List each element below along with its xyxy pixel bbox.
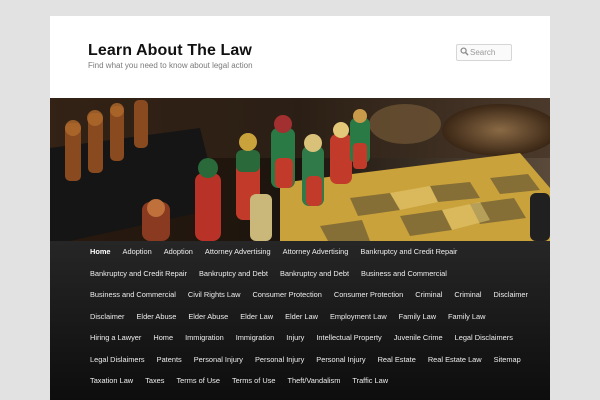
nav-item-theft-vandalism[interactable]: Theft/Vandalism — [284, 370, 349, 392]
nav-item-immigration[interactable]: Immigration — [232, 327, 283, 349]
nav-item-personal-injury[interactable]: Personal Injury — [312, 349, 373, 371]
nav-item-criminal[interactable]: Criminal — [450, 284, 489, 306]
main-navigation: Home Adoption Adoption Attorney Advertising… — [50, 241, 550, 400]
nav-item-sitemap[interactable]: Sitemap — [490, 349, 529, 371]
nav-item-bankruptcy-and-debt[interactable]: Bankruptcy and Debt — [195, 263, 276, 285]
nav-item-terms-of-use[interactable]: Terms of Use — [172, 370, 228, 392]
nav-item-adoption[interactable]: Adoption — [119, 241, 160, 263]
site-title[interactable]: Learn About The Law — [88, 42, 252, 60]
nav-item-home[interactable]: Home — [149, 327, 181, 349]
nav-item-personal-injury[interactable]: Personal Injury — [251, 349, 312, 371]
nav-item-legal-dislaimers[interactable]: Legal Dislaimers — [86, 349, 153, 371]
nav-item-taxes[interactable]: Taxes — [141, 370, 172, 392]
nav-item-traffic-law[interactable]: Traffic Law — [348, 370, 396, 392]
nav-item-juvenile-crime[interactable]: Juvenile Crime — [390, 327, 451, 349]
nav-item-employment-law[interactable]: Employment Law — [326, 306, 395, 328]
search-box[interactable] — [456, 44, 512, 61]
nav-item-bankruptcy-and-credit-repair[interactable]: Bankruptcy and Credit Repair — [86, 263, 195, 285]
nav-item-attorney-advertising[interactable]: Attorney Advertising — [201, 241, 279, 263]
page-container: Learn About The Law Find what you need t… — [50, 16, 550, 400]
search-input[interactable] — [470, 45, 508, 60]
nav-item-family-law[interactable]: Family Law — [395, 306, 444, 328]
nav-item-taxation-law[interactable]: Taxation Law — [86, 370, 141, 392]
nav-item-consumer-protection[interactable]: Consumer Protection — [248, 284, 329, 306]
nav-item-home[interactable]: Home — [86, 241, 119, 263]
nav-item-injury[interactable]: Injury — [282, 327, 312, 349]
nav-item-elder-abuse[interactable]: Elder Abuse — [133, 306, 185, 328]
nav-menu: Home Adoption Adoption Attorney Advertising… — [50, 241, 550, 392]
nav-item-business-and-commercial[interactable]: Business and Commercial — [357, 263, 455, 285]
search-icon — [460, 47, 469, 56]
nav-item-disclaimer[interactable]: Disclaimer — [86, 306, 133, 328]
nav-item-criminal[interactable]: Criminal — [411, 284, 450, 306]
nav-item-attorney-advertising[interactable]: Attorney Advertising — [279, 241, 357, 263]
nav-item-real-estate[interactable]: Real Estate — [374, 349, 424, 371]
nav-item-consumer-protection[interactable]: Consumer Protection — [330, 284, 411, 306]
nav-item-real-estate-law[interactable]: Real Estate Law — [424, 349, 490, 371]
nav-item-elder-law[interactable]: Elder Law — [281, 306, 326, 328]
nav-item-elder-law[interactable]: Elder Law — [236, 306, 281, 328]
site-description: Find what you need to know about legal a… — [88, 61, 253, 70]
nav-item-hiring-a-lawyer[interactable]: Hiring a Lawyer — [86, 327, 149, 349]
nav-item-immigration[interactable]: Immigration — [181, 327, 232, 349]
nav-item-bankruptcy-and-debt[interactable]: Bankruptcy and Debt — [276, 263, 357, 285]
chess-board-image — [50, 98, 550, 241]
nav-item-intellectual-property[interactable]: Intellectual Property — [312, 327, 389, 349]
nav-item-terms-of-use[interactable]: Terms of Use — [228, 370, 284, 392]
nav-item-disclaimer[interactable]: Disclaimer — [490, 284, 537, 306]
header-image — [50, 98, 550, 241]
nav-item-bankruptcy-and-credit-repair[interactable]: Bankruptcy and Credit Repair — [356, 241, 465, 263]
nav-item-elder-abuse[interactable]: Elder Abuse — [184, 306, 236, 328]
nav-item-adoption[interactable]: Adoption — [160, 241, 201, 263]
nav-item-business-and-commercial[interactable]: Business and Commercial — [86, 284, 184, 306]
nav-item-family-law[interactable]: Family Law — [444, 306, 493, 328]
nav-item-patents[interactable]: Patents — [153, 349, 190, 371]
nav-item-personal-injury[interactable]: Personal Injury — [190, 349, 251, 371]
nav-item-legal-disclaimers[interactable]: Legal Disclaimers — [451, 327, 521, 349]
nav-item-civil-rights-law[interactable]: Civil Rights Law — [184, 284, 249, 306]
